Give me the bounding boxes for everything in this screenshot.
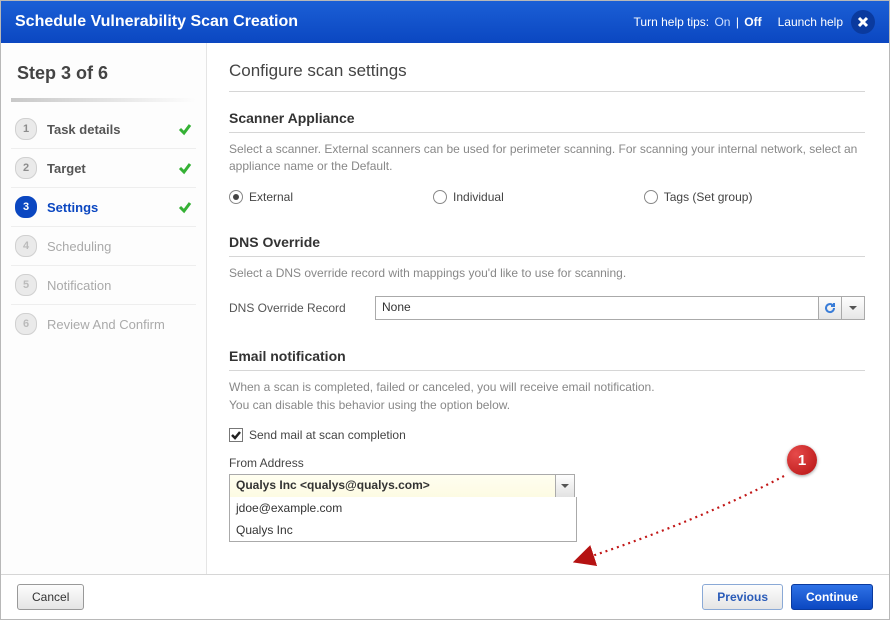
from-option[interactable]: jdoe@example.com	[230, 497, 576, 519]
step-label: Task details	[47, 122, 178, 137]
wizard-step-notification[interactable]: 5 Notification	[11, 266, 196, 305]
scanner-option-external[interactable]: External	[229, 190, 293, 204]
section-scanner-appliance: Scanner Appliance	[229, 110, 865, 133]
help-tips-on[interactable]: On	[714, 15, 730, 29]
annotation-arrow	[559, 461, 789, 574]
checkmark-icon	[178, 200, 192, 214]
dialog-footer: Cancel Previous Continue	[1, 574, 889, 619]
wizard-step-settings[interactable]: 3 Settings	[11, 188, 196, 227]
help-tips-label: Turn help tips:	[634, 15, 710, 29]
step-number: 3	[15, 196, 37, 218]
radio-icon	[229, 190, 243, 204]
launch-help-link[interactable]: Launch help	[778, 15, 843, 29]
dialog-header: Schedule Vulnerability Scan Creation Tur…	[1, 1, 889, 43]
page-title: Configure scan settings	[229, 61, 865, 81]
step-label: Target	[47, 161, 178, 176]
scanner-option-tags-set-group-[interactable]: Tags (Set group)	[644, 190, 753, 204]
divider	[11, 98, 196, 102]
checkmark-icon	[178, 161, 192, 175]
scanner-description: Select a scanner. External scanners can …	[229, 141, 865, 176]
continue-button[interactable]: Continue	[791, 584, 873, 610]
send-mail-checkbox[interactable]	[229, 428, 243, 442]
cancel-button[interactable]: Cancel	[17, 584, 84, 610]
step-label: Settings	[47, 200, 178, 215]
help-tips-off[interactable]: Off	[744, 15, 761, 29]
step-number: 2	[15, 157, 37, 179]
from-address-value: Qualys Inc <qualys@qualys.com>	[230, 475, 555, 497]
refresh-icon[interactable]	[818, 297, 841, 319]
wizard-step-target[interactable]: 2 Target	[11, 149, 196, 188]
scanner-option-individual[interactable]: Individual	[433, 190, 504, 204]
step-number: 1	[15, 118, 37, 140]
checkmark-icon	[178, 122, 192, 136]
annotation-badge-1: 1	[787, 445, 817, 475]
section-dns-override: DNS Override	[229, 234, 865, 257]
dns-override-value: None	[376, 297, 818, 319]
wizard-sidebar: Step 3 of 6 1 Task details 2 Target 3 Setting…	[1, 43, 207, 574]
email-description: When a scan is completed, failed or canc…	[229, 379, 865, 414]
from-address-label: From Address	[229, 456, 865, 470]
close-icon[interactable]	[851, 10, 875, 34]
from-address-options: jdoe@example.comQualys Inc	[229, 497, 577, 542]
chevron-down-icon[interactable]	[841, 297, 864, 319]
radio-icon	[433, 190, 447, 204]
divider	[229, 91, 865, 92]
scanner-options: External Individual Tags (Set group)	[229, 190, 865, 204]
chevron-down-icon[interactable]	[555, 475, 574, 497]
step-number: 6	[15, 313, 37, 335]
wizard-step-task-details[interactable]: 1 Task details	[11, 110, 196, 149]
send-mail-checkbox-row[interactable]: Send mail at scan completion	[229, 428, 865, 442]
content-pane: Configure scan settings Scanner Applianc…	[207, 43, 889, 574]
dns-override-select[interactable]: None	[375, 296, 865, 320]
dns-override-field: DNS Override Record None	[229, 296, 865, 320]
previous-button[interactable]: Previous	[702, 584, 783, 610]
dialog-title: Schedule Vulnerability Scan Creation	[15, 13, 634, 31]
help-tips-toggle: Turn help tips: On | Off	[634, 15, 764, 29]
dns-override-label: DNS Override Record	[229, 301, 357, 315]
section-email-notification: Email notification	[229, 348, 865, 371]
radio-icon	[644, 190, 658, 204]
wizard-step-scheduling[interactable]: 4 Scheduling	[11, 227, 196, 266]
step-label: Review And Confirm	[47, 317, 192, 332]
step-label: Notification	[47, 278, 192, 293]
radio-label: External	[249, 190, 293, 204]
from-address-combo[interactable]: Qualys Inc <qualys@qualys.com> jdoe@exam…	[229, 474, 575, 498]
step-number: 5	[15, 274, 37, 296]
wizard-step-review-and-confirm[interactable]: 6 Review And Confirm	[11, 305, 196, 343]
dialog-body: Step 3 of 6 1 Task details 2 Target 3 Setting…	[1, 43, 889, 574]
dns-description: Select a DNS override record with mappin…	[229, 265, 865, 282]
step-label: Scheduling	[47, 239, 192, 254]
radio-label: Individual	[453, 190, 504, 204]
from-option[interactable]: Qualys Inc	[230, 519, 576, 541]
radio-label: Tags (Set group)	[664, 190, 753, 204]
schedule-scan-dialog: Schedule Vulnerability Scan Creation Tur…	[0, 0, 890, 620]
send-mail-label: Send mail at scan completion	[249, 428, 406, 442]
step-header: Step 3 of 6	[17, 63, 196, 84]
step-number: 4	[15, 235, 37, 257]
